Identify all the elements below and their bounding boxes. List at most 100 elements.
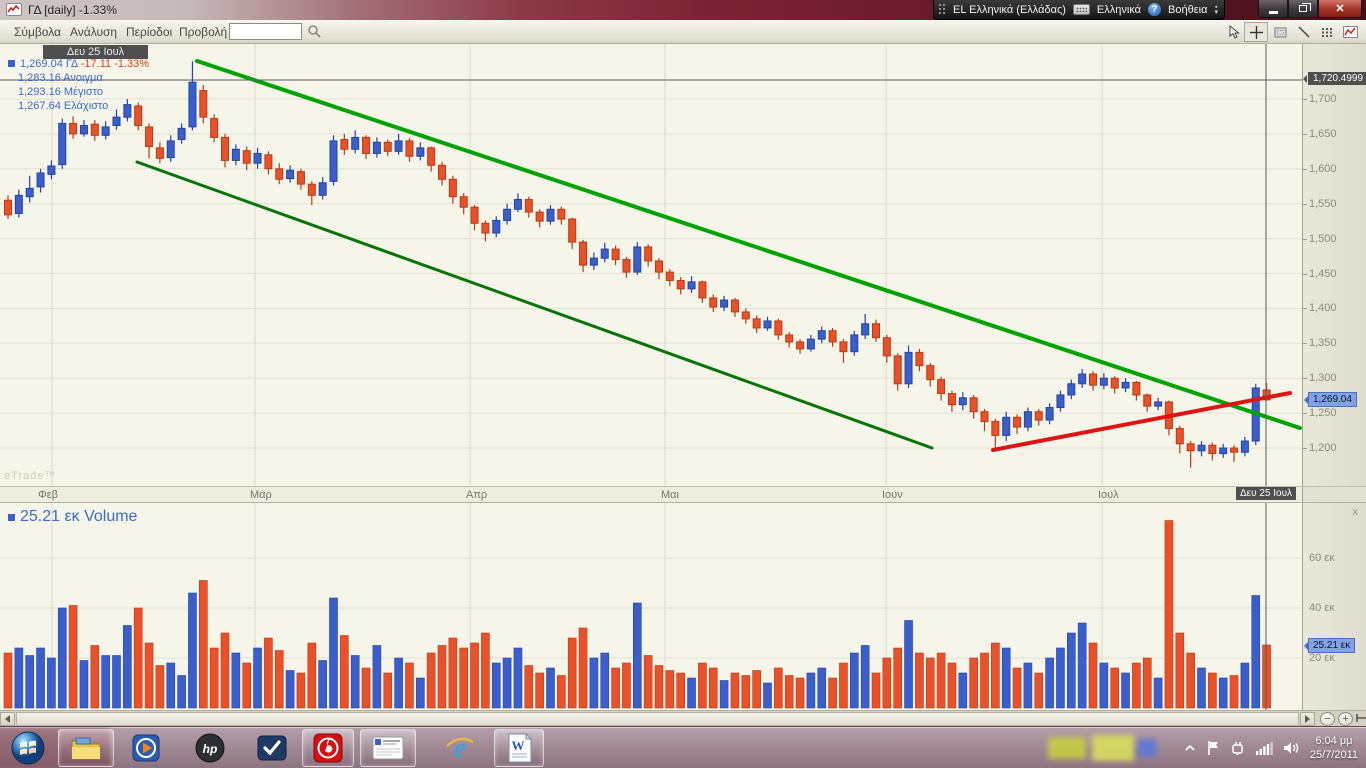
candle xyxy=(124,105,131,118)
show-hidden-icons-button[interactable] xyxy=(1184,744,1196,752)
help-label[interactable]: Βοήθεια xyxy=(1168,4,1207,16)
volume-bar xyxy=(26,656,34,709)
candle xyxy=(1187,444,1194,451)
volume-bar xyxy=(503,658,511,708)
zoom-out-button[interactable]: − xyxy=(1320,712,1335,726)
power-icon[interactable] xyxy=(1230,740,1245,756)
clock-time: 6:04 μμ xyxy=(1310,734,1358,748)
grid-tool-icon[interactable] xyxy=(1316,22,1340,42)
volume-bar xyxy=(633,603,641,708)
volume-bar xyxy=(4,653,12,708)
legend-low-line: 1,267.64 Ελάχιστο xyxy=(18,100,108,112)
volume-bar xyxy=(243,663,251,708)
axis-tick xyxy=(1303,308,1307,309)
volume-bar xyxy=(405,663,413,708)
language-bar-grip[interactable] xyxy=(938,3,946,16)
volume-bar xyxy=(514,648,522,708)
restore-icon xyxy=(1299,5,1307,12)
close-button[interactable]: ✕ xyxy=(1318,0,1362,18)
price-axis-label: 1,300 xyxy=(1309,372,1337,384)
network-signal-icon[interactable] xyxy=(1255,741,1273,755)
volume-bar xyxy=(536,673,544,708)
search-icon[interactable] xyxy=(307,24,322,39)
taskbar-app-hp[interactable]: hp xyxy=(188,729,232,767)
taskbar: hp e W xyxy=(0,726,1366,768)
scroll-right-button[interactable] xyxy=(1300,712,1315,726)
taskbar-app-word[interactable]: W xyxy=(494,729,544,767)
candle xyxy=(265,155,272,169)
volume-speaker-icon[interactable] xyxy=(1283,741,1300,755)
candle xyxy=(1046,408,1053,421)
search-input[interactable] xyxy=(229,23,302,40)
candle xyxy=(612,249,619,259)
language-indicator[interactable]: EL Ελληνικά (Ελλάδας) xyxy=(953,4,1066,16)
volume-bar xyxy=(69,606,77,709)
volume-bar xyxy=(677,673,685,708)
candle xyxy=(948,394,955,405)
clock[interactable]: 6:04 μμ 25/7/2011 xyxy=(1310,734,1358,762)
candle xyxy=(308,184,315,195)
volume-bar xyxy=(1111,668,1119,708)
menu-item-view[interactable]: Προβολή xyxy=(169,20,237,43)
crosshair-tool-icon[interactable] xyxy=(1244,22,1268,42)
taskbar-app-chart-window[interactable] xyxy=(360,729,416,767)
taskbar-app-internet-explorer[interactable]: e xyxy=(438,729,482,767)
scroll-left-icon xyxy=(5,715,10,723)
candle xyxy=(102,127,109,135)
candle xyxy=(363,137,370,153)
candle xyxy=(1079,374,1086,384)
volume-bar xyxy=(547,668,555,708)
fit-width-icon[interactable] xyxy=(1356,712,1366,726)
taskbar-app-vodafone[interactable] xyxy=(302,729,354,767)
volume-bar xyxy=(460,648,468,708)
volume-close-button[interactable]: x xyxy=(1353,506,1359,518)
restore-button[interactable] xyxy=(1288,0,1318,18)
candle xyxy=(623,260,630,273)
volume-bar xyxy=(1013,668,1021,708)
taskbar-app-check[interactable] xyxy=(250,729,294,767)
candle xyxy=(341,139,348,149)
volume-bar xyxy=(134,608,142,708)
language-bar[interactable]: EL Ελληνικά (Ελλάδας) Ελληνικά ? Βοήθεια… xyxy=(933,0,1225,20)
volume-chart[interactable]: 25.21 εκ Volume xyxy=(0,503,1302,710)
pointer-tool-icon[interactable] xyxy=(1222,22,1246,42)
volume-bar xyxy=(1024,663,1032,708)
keyboard-icon[interactable] xyxy=(1073,4,1090,15)
region-tool-icon[interactable] xyxy=(1268,22,1292,42)
volume-bar xyxy=(525,666,533,709)
candle xyxy=(1068,384,1075,395)
candle xyxy=(1198,445,1205,451)
price-chart[interactable]: Δευ 25 Ιουλ 1,269.04 ΓΔ -17.11 -1.33% 1,… xyxy=(0,44,1302,486)
language-bar-options-icon[interactable]: ▪▾ xyxy=(1214,5,1218,15)
background-blob xyxy=(1048,737,1086,759)
trendline-tool-icon[interactable] xyxy=(1292,22,1316,42)
volume-bar xyxy=(753,671,761,709)
cursor-date-badge: Δευ 25 Ιουλ xyxy=(1236,487,1296,500)
volume-bar xyxy=(481,633,489,708)
minimize-button[interactable] xyxy=(1258,0,1288,18)
title-bar[interactable]: ΓΔ [daily] -1.33% EL Ελληνικά (Ελλάδας) … xyxy=(0,0,1366,20)
app-icon xyxy=(6,3,22,16)
scrollbar-thumb[interactable] xyxy=(16,712,1299,726)
candle xyxy=(287,170,294,178)
start-button[interactable] xyxy=(6,729,50,767)
keyboard-layout-label[interactable]: Ελληνικά xyxy=(1097,4,1141,16)
taskbar-app-media-player[interactable] xyxy=(124,729,168,767)
volume-bar xyxy=(796,678,804,708)
scroll-left-button[interactable] xyxy=(0,712,15,726)
zoom-in-button[interactable]: + xyxy=(1338,712,1353,726)
candle xyxy=(37,173,44,187)
volume-legend: 25.21 εκ Volume xyxy=(8,508,137,526)
help-icon[interactable]: ? xyxy=(1148,3,1161,16)
volume-bar xyxy=(308,643,316,708)
volume-bar xyxy=(15,648,23,708)
volume-bar xyxy=(427,653,435,708)
candle xyxy=(254,153,261,163)
taskbar-app-explorer[interactable] xyxy=(58,729,114,767)
candle xyxy=(927,366,934,380)
action-center-flag-icon[interactable] xyxy=(1206,740,1220,756)
volume-bar xyxy=(156,666,164,709)
candle xyxy=(330,141,337,181)
time-axis: Δευ 25 Ιουλ ΦεβΜαρΑπρΜαιΙουνΙουλ xyxy=(0,486,1302,503)
chart-tool-icon[interactable] xyxy=(1338,22,1362,42)
